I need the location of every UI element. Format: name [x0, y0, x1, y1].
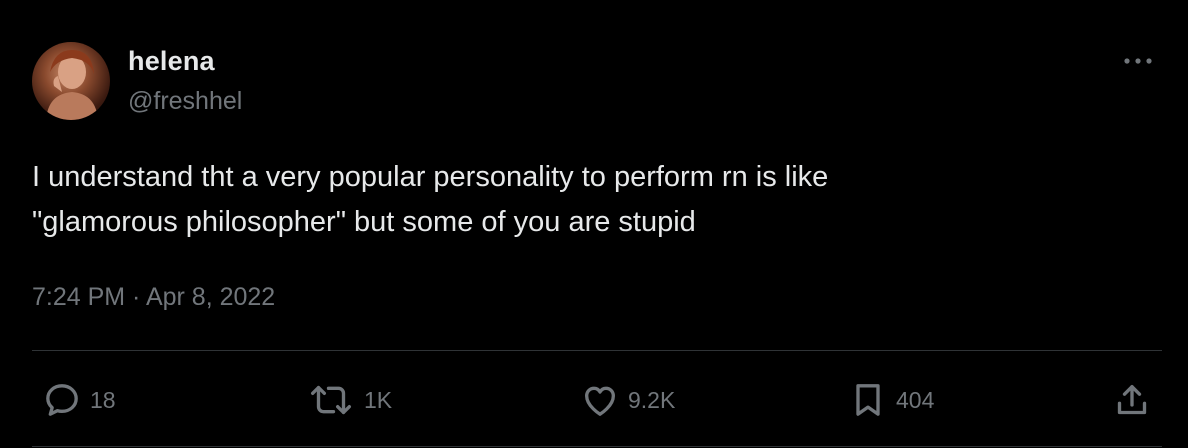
reply-count: 18 — [90, 386, 116, 413]
reply-button[interactable]: 18 — [42, 380, 116, 420]
avatar[interactable] — [32, 42, 110, 120]
tweet-timestamp[interactable]: 7:24 PM · Apr 8, 2022 — [32, 283, 275, 312]
author-display-name[interactable]: helena — [128, 46, 215, 77]
bookmark-icon — [848, 380, 888, 420]
divider — [32, 350, 1162, 351]
tweet-card: helena @freshhel I understand tht a very… — [0, 0, 1188, 448]
divider — [32, 446, 1162, 447]
like-button[interactable]: 9.2K — [580, 380, 675, 420]
bookmark-button[interactable]: 404 — [848, 380, 934, 420]
heart-icon — [580, 380, 620, 420]
tweet-text: I understand tht a very popular personal… — [32, 155, 1132, 245]
more-options-icon[interactable] — [1116, 50, 1160, 72]
reply-icon — [42, 380, 82, 420]
bookmark-count: 404 — [896, 386, 935, 413]
retweet-button[interactable]: 1K — [306, 380, 392, 420]
tweet-text-line: "glamorous philosopher" but some of you … — [32, 206, 696, 238]
tweet-text-line: I understand tht a very popular personal… — [32, 161, 829, 193]
share-icon — [1112, 380, 1152, 420]
retweet-icon — [306, 380, 356, 420]
like-count: 9.2K — [628, 386, 676, 413]
retweet-count: 1K — [364, 386, 393, 413]
author-handle[interactable]: @freshhel — [128, 87, 242, 116]
share-button[interactable] — [1112, 380, 1152, 420]
